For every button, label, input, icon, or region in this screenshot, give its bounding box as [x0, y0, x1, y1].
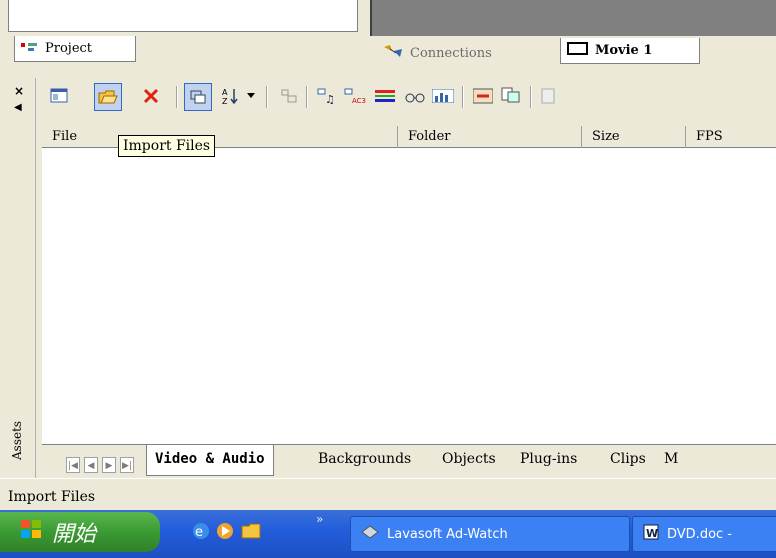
- film-icon[interactable]: [470, 83, 496, 109]
- svg-text:AC3: AC3: [352, 97, 366, 104]
- task-ad-watch-label: Lavasoft Ad-Watch: [387, 526, 508, 542]
- chart-icon[interactable]: [430, 83, 456, 109]
- svg-text:A: A: [222, 88, 228, 97]
- tab-plug-ins[interactable]: Plug-ins: [512, 445, 585, 475]
- project-icon: [21, 41, 39, 57]
- delete-icon[interactable]: [138, 83, 164, 109]
- properties-icon[interactable]: [46, 83, 72, 109]
- tab-more[interactable]: M: [656, 445, 686, 475]
- movie-icon: [567, 41, 589, 60]
- status-bar: Import Files: [0, 478, 776, 506]
- start-button[interactable]: 開始: [0, 512, 160, 552]
- task-dvd-doc-label: DVD.doc -: [667, 526, 732, 542]
- tab-video-audio[interactable]: Video & Audio: [146, 445, 274, 476]
- sort-icon[interactable]: AZ: [218, 83, 244, 109]
- connections-icon: [382, 43, 404, 63]
- tab-clips[interactable]: Clips: [602, 445, 654, 475]
- asset-tabs: |◀ ◀ ▶ ▶| Video & Audio Backgrounds Obje…: [42, 444, 776, 478]
- paste-icon[interactable]: [536, 83, 562, 109]
- task-ad-watch[interactable]: Lavasoft Ad-Watch: [350, 516, 630, 552]
- task-dvd-doc[interactable]: W DVD.doc -: [632, 516, 776, 552]
- file-list[interactable]: [42, 126, 776, 444]
- import-files-icon[interactable]: [94, 83, 122, 111]
- project-preview-area: [8, 0, 358, 32]
- close-icon[interactable]: ×: [14, 84, 24, 98]
- select-icon[interactable]: [184, 83, 212, 111]
- toolbar: AZ ♫ AC3: [0, 78, 776, 116]
- timeline-icon[interactable]: [372, 83, 398, 109]
- tab-backgrounds[interactable]: Backgrounds: [310, 445, 419, 475]
- tab-movie-label: Movie 1: [595, 43, 653, 58]
- media-player-icon[interactable]: [214, 520, 236, 542]
- dropdown-arrow-icon[interactable]: [244, 83, 258, 109]
- prev-tab-icon[interactable]: ◀: [84, 457, 98, 473]
- word-doc-icon: W: [643, 524, 659, 544]
- tab-objects[interactable]: Objects: [434, 445, 504, 475]
- assets-label[interactable]: Assets: [2, 410, 32, 470]
- folder-icon[interactable]: [240, 520, 262, 542]
- collapse-arrow-icon[interactable]: ◀: [14, 102, 22, 113]
- column-folder[interactable]: Folder: [398, 126, 582, 148]
- svg-text:♫: ♫: [325, 93, 335, 104]
- tab-connections[interactable]: Connections: [376, 40, 556, 66]
- group-icon[interactable]: [276, 83, 302, 109]
- svg-text:Z: Z: [222, 97, 228, 105]
- start-label: 開始: [52, 522, 97, 547]
- svg-text:e: e: [195, 525, 203, 540]
- column-fps[interactable]: FPS: [686, 126, 776, 148]
- svg-text:W: W: [646, 527, 658, 540]
- glasses-icon[interactable]: [402, 83, 428, 109]
- windows-logo-icon: [20, 519, 42, 545]
- column-file[interactable]: File: [42, 126, 398, 148]
- tab-project[interactable]: Project: [14, 36, 136, 62]
- last-tab-icon[interactable]: ▶|: [120, 457, 134, 473]
- copy-icon[interactable]: [498, 83, 524, 109]
- first-tab-icon[interactable]: |◀: [66, 457, 80, 473]
- ie-icon[interactable]: e: [190, 520, 212, 542]
- next-tab-icon[interactable]: ▶: [102, 457, 116, 473]
- audio-icon[interactable]: ♫: [314, 83, 340, 109]
- workspace-area: [370, 0, 776, 36]
- ad-watch-icon: [361, 525, 379, 543]
- more-quicklaunch[interactable]: »: [316, 512, 323, 526]
- column-size[interactable]: Size: [582, 126, 686, 148]
- tab-connections-label: Connections: [410, 45, 492, 61]
- ac3-icon[interactable]: AC3: [342, 83, 368, 109]
- tab-project-label: Project: [45, 41, 93, 56]
- tooltip: Import Files: [118, 135, 216, 157]
- tab-movie[interactable]: Movie 1: [560, 38, 700, 64]
